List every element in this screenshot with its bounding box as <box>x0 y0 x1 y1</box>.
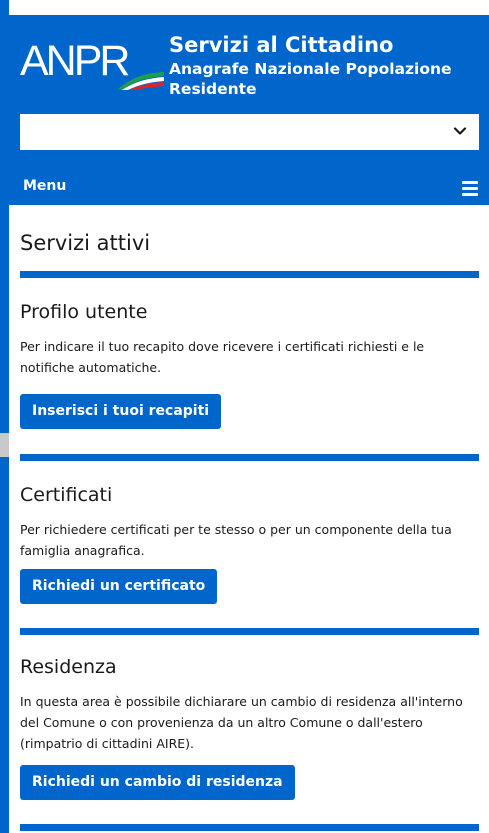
site-title: Servizi al Cittadino <box>169 33 394 57</box>
page: ANPR Servizi al Cittadino Anagrafe Nazio… <box>9 0 489 833</box>
site-subtitle: Anagrafe Nazionale Popolazione Residente <box>169 60 452 98</box>
chevron-down-icon <box>453 127 467 135</box>
service-description: Per richiedere certificati per te stesso… <box>20 522 452 558</box>
service-description: Per indicare il tuo recapito dove riceve… <box>20 339 425 375</box>
page-title: Servizi attivi <box>20 231 151 255</box>
anpr-logo[interactable]: ANPR <box>20 35 170 105</box>
menu-label: Menu <box>23 178 67 194</box>
service-card-residenza: Residenza In questa area è possibile dic… <box>20 628 479 800</box>
side-edge-marker <box>0 433 9 457</box>
request-certificate-button[interactable]: Richiedi un certificato <box>20 569 218 604</box>
main-content: Servizi attivi Profilo utente Per indica… <box>20 205 479 831</box>
change-residence-button[interactable]: Richiedi un cambio di residenza <box>20 765 295 800</box>
italian-flag-swoosh-icon <box>118 72 164 90</box>
service-card-certificati: Certificati Per richiedere certificati p… <box>20 454 479 604</box>
hamburger-menu-icon[interactable] <box>462 181 478 196</box>
section-divider <box>20 824 479 831</box>
service-description: In questa area è possibile dichiarare un… <box>20 694 463 751</box>
service-title: Profilo utente <box>20 301 148 323</box>
service-title: Residenza <box>20 656 117 678</box>
municipality-select[interactable] <box>20 114 479 150</box>
menu-bar[interactable]: Menu <box>9 172 489 205</box>
service-card-profilo: Profilo utente Per indicare il tuo recap… <box>20 271 479 429</box>
logo-text: ANPR <box>20 37 130 85</box>
service-title: Certificati <box>20 484 113 506</box>
side-edge-strip <box>0 0 9 833</box>
insert-contacts-button[interactable]: Inserisci i tuoi recapiti <box>20 394 222 429</box>
site-header: ANPR Servizi al Cittadino Anagrafe Nazio… <box>9 15 489 205</box>
